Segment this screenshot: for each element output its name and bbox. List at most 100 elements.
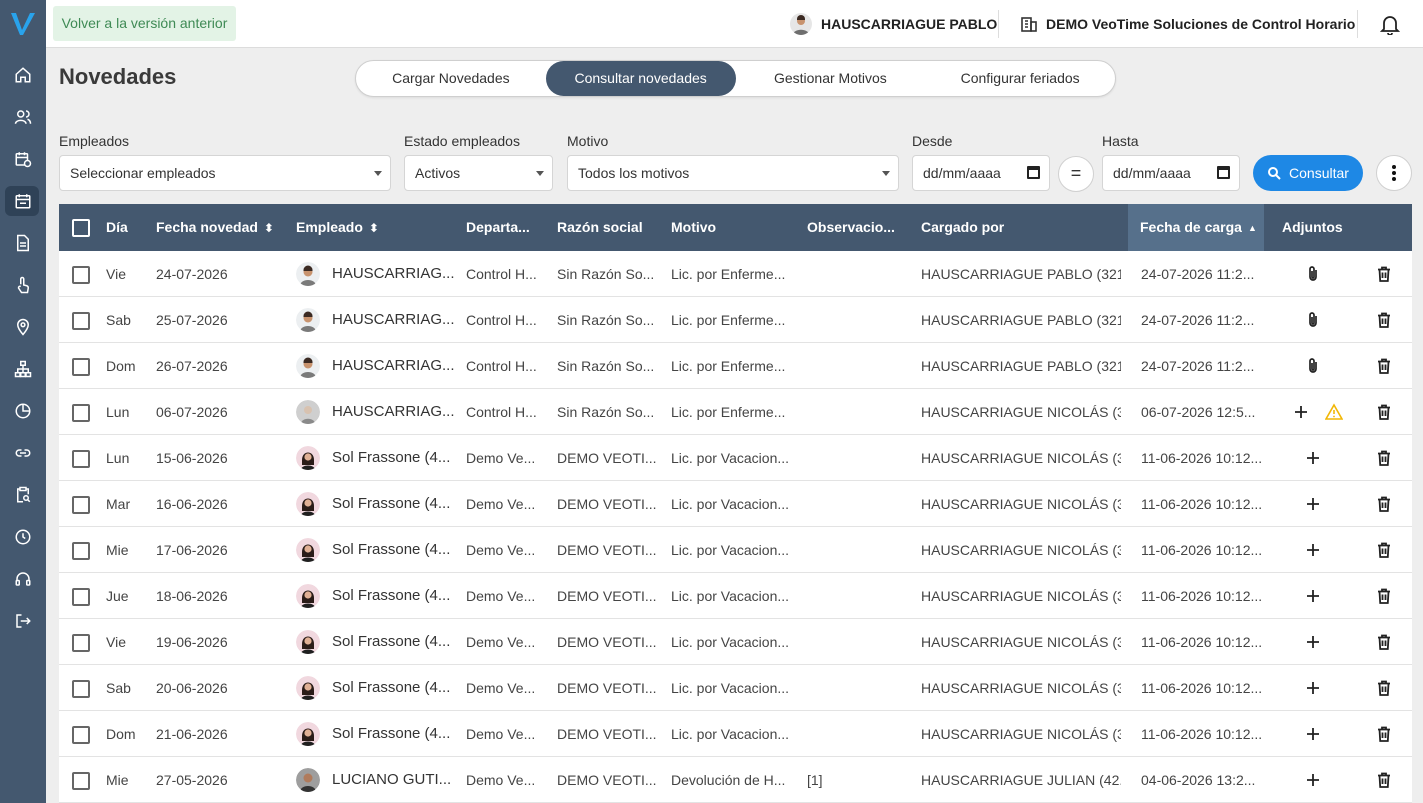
table-row[interactable]: Lun 15-06-2026 Sol Frassone (4... Demo Ve..… <box>59 435 1412 481</box>
add-attachment-icon[interactable] <box>1304 725 1322 743</box>
table-row[interactable]: Sab 20-06-2026 Sol Frassone (4... Demo Ve..… <box>59 665 1412 711</box>
tab-gestionar-motivos[interactable]: Gestionar Motivos <box>736 61 926 96</box>
org-chart-icon[interactable] <box>11 357 35 381</box>
attachment-icon[interactable] <box>1304 311 1322 329</box>
calendar-clock-icon[interactable] <box>11 147 35 171</box>
row-checkbox[interactable] <box>72 358 90 376</box>
header-motivo[interactable]: Motivo <box>671 204 791 251</box>
veotime-logo[interactable] <box>8 9 38 39</box>
trash-icon[interactable] <box>1375 771 1393 789</box>
trash-icon[interactable] <box>1375 449 1393 467</box>
select-all-checkbox[interactable] <box>72 219 90 237</box>
motivo-select[interactable]: Todos los motivos <box>567 155 899 191</box>
trash-icon[interactable] <box>1375 679 1393 697</box>
header-dia[interactable]: Día <box>106 204 151 251</box>
table-row[interactable]: Dom 26-07-2026 HAUSCARRIAG... Control H... S… <box>59 343 1412 389</box>
header-razon-social[interactable]: Razón social <box>557 204 657 251</box>
desde-date-input[interactable]: dd/mm/aaaa <box>912 155 1050 191</box>
row-checkbox[interactable] <box>72 404 90 422</box>
add-attachment-icon[interactable] <box>1304 587 1322 605</box>
tab-configurar-feriados[interactable]: Configurar feriados <box>925 61 1115 96</box>
header-empleado[interactable]: Empleado ⬍ <box>296 204 456 251</box>
calendar-icon[interactable] <box>11 189 35 213</box>
add-attachment-icon[interactable] <box>1304 541 1322 559</box>
trash-icon[interactable] <box>1375 311 1393 329</box>
hasta-date-input[interactable]: dd/mm/aaaa <box>1102 155 1240 191</box>
trash-icon[interactable] <box>1375 541 1393 559</box>
cell-empleado[interactable]: HAUSCARRIAG... <box>332 297 460 343</box>
clipboard-search-icon[interactable] <box>11 483 35 507</box>
clock-icon[interactable] <box>11 525 35 549</box>
row-checkbox[interactable] <box>72 496 90 514</box>
table-row[interactable]: Mie 27-05-2026 LUCIANO GUTI... Demo Ve... DE… <box>59 757 1412 803</box>
support-icon[interactable] <box>11 567 35 591</box>
add-attachment-icon[interactable] <box>1304 449 1322 467</box>
row-checkbox[interactable] <box>72 634 90 652</box>
logout-icon[interactable] <box>11 609 35 633</box>
user-menu[interactable]: HAUSCARRIAGUE PABLO <box>790 13 997 35</box>
cell-empleado[interactable]: HAUSCARRIAG... <box>332 389 460 435</box>
tab-cargar-novedades[interactable]: Cargar Novedades <box>356 61 546 96</box>
add-attachment-icon[interactable] <box>1292 403 1310 421</box>
trash-icon[interactable] <box>1375 265 1393 283</box>
consultar-button[interactable]: Consultar <box>1253 155 1363 191</box>
trash-icon[interactable] <box>1375 403 1393 421</box>
company-selector[interactable]: DEMO VeoTime Soluciones de Control Horar… <box>1020 13 1355 35</box>
attachment-icon[interactable] <box>1304 357 1322 375</box>
bell-icon[interactable] <box>1380 13 1400 35</box>
add-attachment-icon[interactable] <box>1304 495 1322 513</box>
document-icon[interactable] <box>11 231 35 255</box>
link-icon[interactable] <box>11 441 35 465</box>
cell-empleado[interactable]: Sol Frassone (4... <box>332 711 460 757</box>
add-attachment-icon[interactable] <box>1304 679 1322 697</box>
add-attachment-icon[interactable] <box>1304 633 1322 651</box>
add-attachment-icon[interactable] <box>1304 771 1322 789</box>
location-icon[interactable] <box>11 315 35 339</box>
cell-empleado[interactable]: Sol Frassone (4... <box>332 665 460 711</box>
header-departamento[interactable]: Departa... <box>466 204 546 251</box>
trash-icon[interactable] <box>1375 633 1393 651</box>
cell-empleado[interactable]: Sol Frassone (4... <box>332 527 460 573</box>
trash-icon[interactable] <box>1375 587 1393 605</box>
touch-icon[interactable] <box>11 273 35 297</box>
row-checkbox[interactable] <box>72 450 90 468</box>
row-checkbox[interactable] <box>72 542 90 560</box>
home-icon[interactable] <box>11 63 35 87</box>
header-cargado-por[interactable]: Cargado por <box>921 204 1121 251</box>
equal-button[interactable]: = <box>1058 156 1094 192</box>
table-row[interactable]: Lun 06-07-2026 HAUSCARRIAG... Control H... S… <box>59 389 1412 435</box>
cell-empleado[interactable]: Sol Frassone (4... <box>332 435 460 481</box>
header-fecha-carga[interactable]: Fecha de carga ▲ <box>1128 204 1264 251</box>
cell-empleado[interactable]: Sol Frassone (4... <box>332 619 460 665</box>
tab-consultar-novedades[interactable]: Consultar novedades <box>545 61 736 96</box>
empleados-select[interactable]: Seleccionar empleados <box>59 155 391 191</box>
table-row[interactable]: Jue 18-06-2026 Sol Frassone (4... Demo Ve..… <box>59 573 1412 619</box>
header-observaciones[interactable]: Observacio... <box>807 204 907 251</box>
trash-icon[interactable] <box>1375 357 1393 375</box>
attachment-icon[interactable] <box>1304 265 1322 283</box>
row-checkbox[interactable] <box>72 266 90 284</box>
table-row[interactable]: Mar 16-06-2026 Sol Frassone (4... Demo Ve..… <box>59 481 1412 527</box>
row-checkbox[interactable] <box>72 772 90 790</box>
pie-chart-icon[interactable] <box>11 399 35 423</box>
row-checkbox[interactable] <box>72 726 90 744</box>
row-checkbox[interactable] <box>72 588 90 606</box>
calendar-icon[interactable] <box>1027 166 1040 179</box>
row-checkbox[interactable] <box>72 680 90 698</box>
calendar-icon[interactable] <box>1217 166 1230 179</box>
cell-empleado[interactable]: Sol Frassone (4... <box>332 481 460 527</box>
cell-empleado[interactable]: Sol Frassone (4... <box>332 573 460 619</box>
table-row[interactable]: Vie 19-06-2026 Sol Frassone (4... Demo Ve..… <box>59 619 1412 665</box>
row-checkbox[interactable] <box>72 312 90 330</box>
trash-icon[interactable] <box>1375 725 1393 743</box>
table-row[interactable]: Sab 25-07-2026 HAUSCARRIAG... Control H... S… <box>59 297 1412 343</box>
back-to-previous-version-button[interactable]: Volver a la versión anterior <box>53 6 236 41</box>
table-row[interactable]: Dom 21-06-2026 Sol Frassone (4... Demo Ve..… <box>59 711 1412 757</box>
cell-empleado[interactable]: HAUSCARRIAG... <box>332 251 460 297</box>
cell-empleado[interactable]: LUCIANO GUTI... <box>332 757 460 803</box>
table-row[interactable]: Mie 17-06-2026 Sol Frassone (4... Demo Ve..… <box>59 527 1412 573</box>
more-options-button[interactable] <box>1376 155 1412 191</box>
header-fecha-novedad[interactable]: Fecha novedad ⬍ <box>156 204 286 251</box>
estado-empleados-select[interactable]: Activos <box>404 155 553 191</box>
cell-empleado[interactable]: HAUSCARRIAG... <box>332 343 460 389</box>
